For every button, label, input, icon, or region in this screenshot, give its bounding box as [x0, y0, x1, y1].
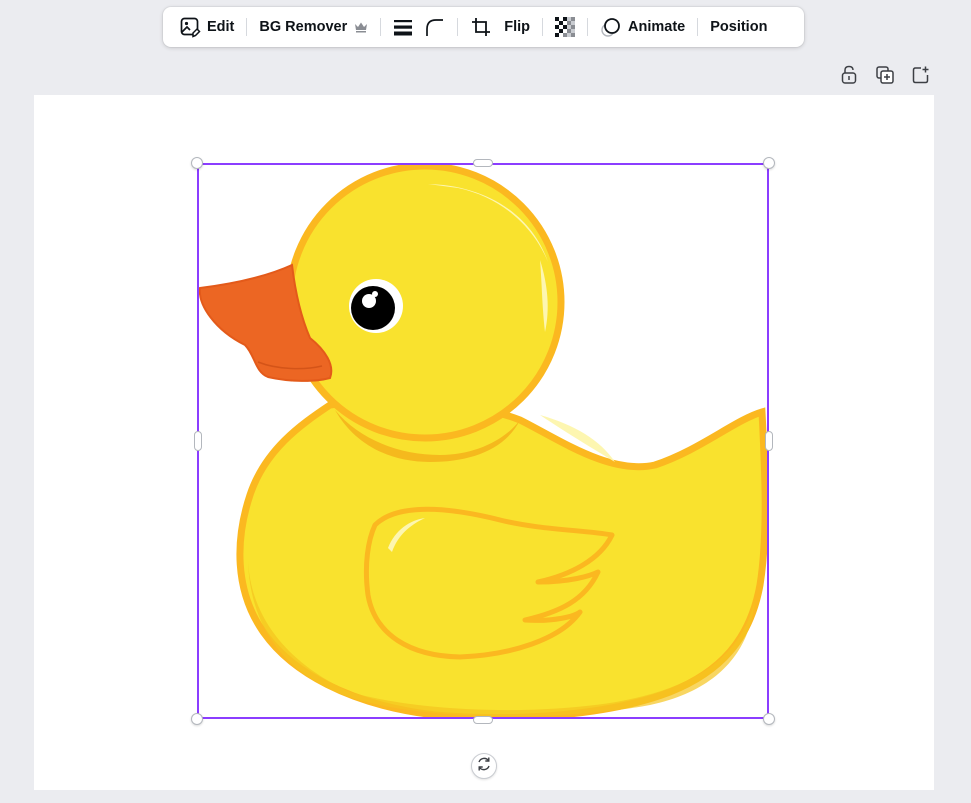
- element-toolbar: Edit BG Remover Flip Animate Position: [163, 7, 804, 47]
- crop-button[interactable]: [464, 11, 498, 43]
- rotate-handle[interactable]: [471, 753, 497, 779]
- add-page-button[interactable]: [909, 66, 933, 88]
- toolbar-divider: [457, 18, 459, 36]
- flip-button[interactable]: Flip: [498, 11, 536, 43]
- duplicate-page-icon: [876, 65, 894, 89]
- toolbar-divider: [587, 18, 589, 36]
- position-label: Position: [710, 19, 768, 35]
- toolbar-divider: [246, 18, 248, 36]
- rotate-icon: [476, 756, 492, 777]
- resize-handle-right[interactable]: [765, 431, 773, 451]
- position-button[interactable]: Position: [704, 11, 773, 43]
- edit-image-button[interactable]: Edit: [173, 11, 240, 43]
- duplicate-page-button[interactable]: [873, 65, 897, 89]
- crown-icon: [354, 21, 368, 33]
- toolbar-divider: [542, 18, 544, 36]
- resize-handle-top-right[interactable]: [763, 157, 775, 169]
- animate-button[interactable]: Animate: [594, 11, 691, 43]
- resize-handle-bottom-left[interactable]: [191, 713, 203, 725]
- image-edit-icon: [179, 16, 201, 38]
- bg-remover-label: BG Remover: [259, 19, 348, 35]
- resize-handle-bottom[interactable]: [473, 716, 493, 724]
- corner-rounding-button[interactable]: [419, 11, 451, 43]
- page-actions: [837, 65, 933, 90]
- border-style-button[interactable]: [387, 11, 419, 43]
- toolbar-divider: [380, 18, 382, 36]
- animate-icon: [600, 16, 622, 38]
- editor-stage: Edit BG Remover Flip Animate Position: [0, 0, 971, 803]
- resize-handle-top-left[interactable]: [191, 157, 203, 169]
- add-page-icon: [912, 66, 930, 89]
- resize-handle-bottom-right[interactable]: [763, 713, 775, 725]
- transparency-icon: [555, 17, 576, 37]
- corner-rounding-icon: [425, 17, 445, 37]
- animate-label: Animate: [628, 19, 686, 35]
- resize-handle-left[interactable]: [194, 431, 202, 451]
- lock-page-button[interactable]: [837, 65, 861, 90]
- flip-label: Flip: [504, 19, 531, 35]
- selection-box: [197, 163, 769, 719]
- transparency-button[interactable]: [549, 11, 581, 43]
- unlock-icon: [840, 65, 858, 90]
- resize-handle-top[interactable]: [473, 159, 493, 167]
- toolbar-divider: [697, 18, 699, 36]
- crop-icon: [470, 16, 492, 38]
- bg-remover-button[interactable]: BG Remover: [253, 11, 374, 43]
- edit-label: Edit: [207, 19, 235, 35]
- border-style-icon: [393, 17, 413, 37]
